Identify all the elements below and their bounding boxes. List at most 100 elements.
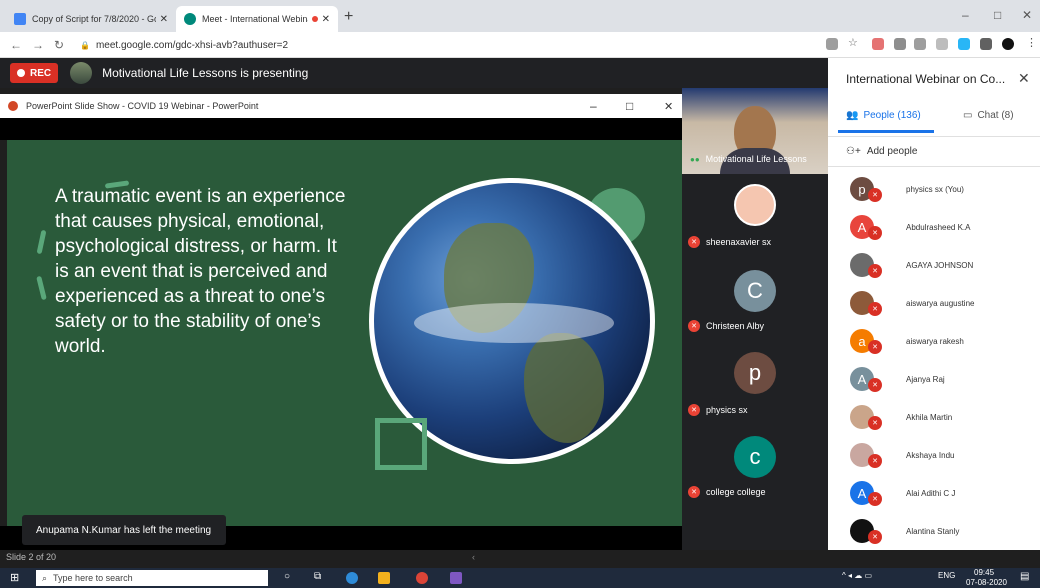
participant-name: Alantina Stanly xyxy=(906,526,960,536)
list-item[interactable]: ✕ Akshaya Indu xyxy=(828,436,1040,474)
cortana-icon[interactable]: ○ xyxy=(284,571,296,583)
list-item[interactable]: A ✕ Alai Adithi C J xyxy=(828,474,1040,512)
add-people-button[interactable]: ⚇+ Add people xyxy=(846,146,917,157)
forward-icon[interactable]: → xyxy=(32,38,44,52)
mic-off-icon: ✕ xyxy=(868,416,882,430)
decorative-stroke xyxy=(36,229,47,255)
lock-icon: 🔒 xyxy=(80,40,90,50)
slide-top-margin xyxy=(0,118,682,140)
recording-dot-icon xyxy=(311,16,318,22)
mic-off-icon: ✕ xyxy=(868,492,882,506)
camera-icon[interactable] xyxy=(826,38,838,50)
divider xyxy=(828,166,1040,167)
list-item[interactable]: A ✕ Abdulrasheed K.A xyxy=(828,208,1040,246)
url-text: meet.google.com/gdc-xhsi-avb?authuser=2 xyxy=(95,39,289,51)
tab-people[interactable]: 👥 People (136) xyxy=(846,110,921,121)
active-tab-indicator xyxy=(838,130,934,133)
people-panel: International Webinar on Co... ✕ 👥 Peopl… xyxy=(828,58,1040,550)
extension-icon[interactable] xyxy=(914,38,926,50)
extensions-puzzle-icon[interactable] xyxy=(980,38,992,50)
list-item[interactable]: ✕ Alantina Stanly xyxy=(828,512,1040,550)
tile-name: Motivational Life Lessons xyxy=(705,154,807,164)
tab-meet[interactable]: Meet - International Webinar ✕ xyxy=(176,6,338,32)
chrome-icon[interactable] xyxy=(416,572,428,584)
participant-list: p ✕ physics sx (You) A ✕ Abdulrasheed K.… xyxy=(828,170,1040,550)
tile-label: ✕ college college xyxy=(688,486,766,498)
tab-close-icon[interactable]: ✕ xyxy=(160,14,168,25)
tab-title: Copy of Script for 7/8/2020 - Goo xyxy=(32,14,156,24)
notification-icon[interactable]: ▤ xyxy=(1020,571,1029,582)
menu-icon[interactable]: ⋮ xyxy=(1026,36,1038,49)
add-people-label: Add people xyxy=(866,146,918,157)
extension-icon[interactable] xyxy=(936,38,948,50)
participant-name: physics sx (You) xyxy=(906,184,964,194)
tab-chat[interactable]: ▭ Chat (8) xyxy=(963,110,1014,121)
language-indicator[interactable]: ENG xyxy=(938,571,955,580)
presenter-avatar xyxy=(70,62,93,84)
url-field[interactable]: 🔒 meet.google.com/gdc-xhsi-avb?authuser=… xyxy=(80,36,800,54)
mic-off-icon: ✕ xyxy=(868,188,882,202)
taskbar-search[interactable]: ⌕ Type here to search xyxy=(36,570,268,586)
search-placeholder: Type here to search xyxy=(53,573,133,583)
extension-icon[interactable] xyxy=(958,38,970,50)
mic-off-icon: ✕ xyxy=(868,264,882,278)
recording-badge[interactable]: REC xyxy=(10,63,59,83)
list-item[interactable]: a ✕ aiswarya rakesh xyxy=(828,322,1040,360)
ppt-maximize-button[interactable]: □ xyxy=(626,99,633,113)
participant-name: Ajanya Raj xyxy=(906,374,945,384)
reload-icon[interactable]: ↻ xyxy=(54,38,64,52)
task-view-icon[interactable]: ⧉ xyxy=(314,571,326,583)
mic-off-icon: ✕ xyxy=(868,302,882,316)
speaking-indicator-icon: ●● xyxy=(690,154,700,164)
mic-off-icon: ✕ xyxy=(868,340,882,354)
presenting-text: Motivational Life Lessons is presenting xyxy=(102,66,309,80)
search-icon: ⌕ xyxy=(42,572,48,583)
ppt-close-button[interactable]: ✕ xyxy=(664,100,673,113)
mic-off-icon: ✕ xyxy=(868,226,882,240)
new-tab-button[interactable]: + xyxy=(344,8,353,26)
tab-close-icon[interactable]: ✕ xyxy=(322,14,330,25)
browser-tab-bar: Copy of Script for 7/8/2020 - Goo ✕ Meet… xyxy=(0,0,1040,32)
list-item[interactable]: ✕ aiswarya augustine xyxy=(828,284,1040,322)
prev-slide-icon[interactable]: ‹ xyxy=(472,552,475,562)
clock-date[interactable]: 07-08-2020 xyxy=(966,578,1007,587)
profile-avatar[interactable] xyxy=(1002,38,1014,50)
clock-time[interactable]: 09:45 xyxy=(974,568,994,577)
tile-name: sheenaxavier sx xyxy=(706,237,772,247)
star-icon[interactable]: ☆ xyxy=(848,36,860,49)
people-tab-label: People (136) xyxy=(863,110,921,121)
tab-script[interactable]: Copy of Script for 7/8/2020 - Goo ✕ xyxy=(6,6,176,32)
ppt-minimize-button[interactable]: – xyxy=(590,99,597,113)
participant-avatar: c xyxy=(734,436,776,478)
tile-label: ✕ Christeen Alby xyxy=(688,320,764,332)
windows-start-icon[interactable]: ⊞ xyxy=(10,571,19,584)
file-explorer-icon[interactable] xyxy=(378,572,390,584)
back-icon[interactable]: ← xyxy=(10,38,22,52)
people-icon: 👥 xyxy=(846,110,859,121)
list-item[interactable]: A ✕ Ajanya Raj xyxy=(828,360,1040,398)
minimize-button[interactable]: – xyxy=(962,8,969,22)
windows-taskbar: ⊞ ⌕ Type here to search ○ ⧉ ^ ◂ ☁ ▭ ENG … xyxy=(0,568,1040,588)
meeting-title: International Webinar on Co... xyxy=(846,72,1006,86)
list-item[interactable]: ✕ AGAYA JOHNSON xyxy=(828,246,1040,284)
extension-icon[interactable] xyxy=(872,38,884,50)
left-meeting-toast: Anupama N.Kumar has left the meeting xyxy=(22,515,226,545)
mic-off-icon: ✕ xyxy=(688,320,700,332)
mic-off-icon: ✕ xyxy=(868,378,882,392)
panel-close-button[interactable]: ✕ xyxy=(1018,70,1030,87)
powerpoint-title-bar: PowerPoint Slide Show - COVID 19 Webinar… xyxy=(0,94,682,118)
list-item[interactable]: ✕ Akhila Martin xyxy=(828,398,1040,436)
add-person-icon: ⚇+ xyxy=(846,146,861,157)
tile-label: ✕ physics sx xyxy=(688,404,748,416)
participant-name: Alai Adithi C J xyxy=(906,488,956,498)
maximize-button[interactable]: □ xyxy=(994,8,1001,22)
app-icon[interactable] xyxy=(450,572,462,584)
mic-off-icon: ✕ xyxy=(688,486,700,498)
mic-off-icon: ✕ xyxy=(868,454,882,468)
edge-icon[interactable] xyxy=(346,572,358,584)
list-item[interactable]: p ✕ physics sx (You) xyxy=(828,170,1040,208)
tray-icons[interactable]: ^ ◂ ☁ ▭ xyxy=(842,571,872,580)
tile-name: physics sx xyxy=(706,405,748,415)
extension-icon[interactable] xyxy=(894,38,906,50)
close-window-button[interactable]: ✕ xyxy=(1022,8,1032,22)
